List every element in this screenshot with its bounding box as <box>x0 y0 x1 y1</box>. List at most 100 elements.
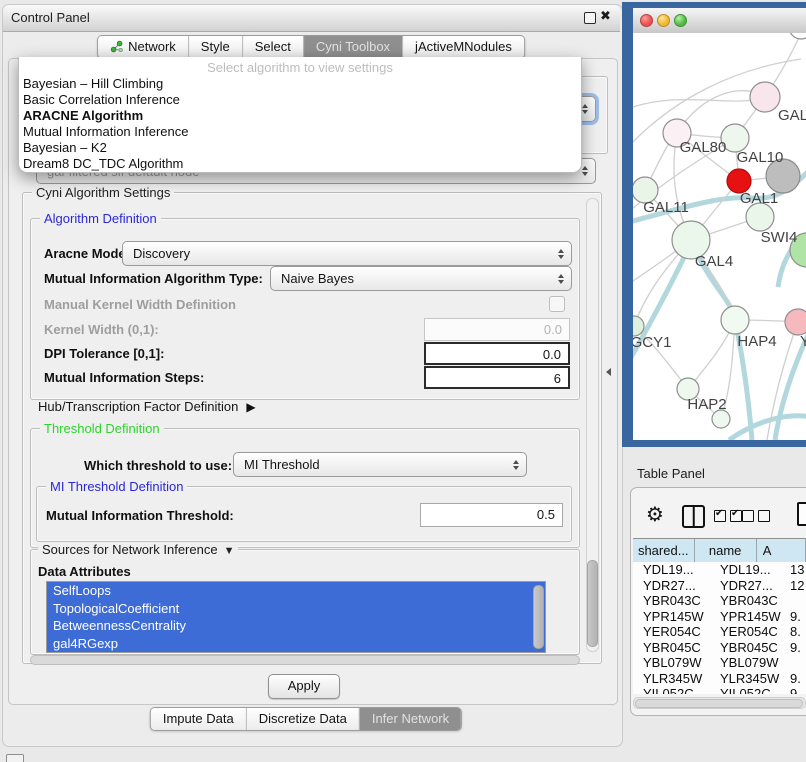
network-node-label: GAL10 <box>737 149 784 166</box>
page-icon[interactable] <box>797 502 806 526</box>
table-row[interactable]: YER054CYER054C8. <box>633 624 806 640</box>
table-row[interactable]: YBL079WYBL079W <box>633 655 806 671</box>
attributes-scrollbar-thumb[interactable] <box>533 585 544 649</box>
table-row[interactable]: YDL19...YDL19...13 <box>633 562 806 578</box>
network-node-white-node-top[interactable] <box>789 33 806 39</box>
settings-scrollbar-thumb[interactable] <box>587 560 598 647</box>
network-node-SWI4[interactable] <box>746 203 774 231</box>
collapse-down-icon[interactable]: ▼ <box>224 545 235 557</box>
sources-title-row[interactable]: Sources for Network Inference ▼ <box>38 542 238 557</box>
which-threshold-combo[interactable]: MI Threshold <box>233 452 527 477</box>
tab-infer-network[interactable]: Infer Network <box>359 708 461 730</box>
minimize-traffic-light-icon[interactable] <box>657 14 670 27</box>
kernel-width-field[interactable]: 0.0 <box>424 318 570 341</box>
hub-transcription-factor-label: Hub/Transcription Factor Definition <box>38 399 238 414</box>
close-icon[interactable]: ✖ <box>600 8 611 24</box>
table-cell: YDR27... <box>710 578 788 594</box>
expand-right-icon[interactable]: ▶ <box>246 400 255 414</box>
table-cell: YDL19... <box>633 562 710 578</box>
network-window-titlebar[interactable] <box>633 8 806 34</box>
gear-icon[interactable]: ⚙ <box>646 502 664 526</box>
combo-stepper-icon <box>582 166 588 176</box>
zoom-traffic-light-icon[interactable] <box>674 14 687 27</box>
table-row[interactable]: YLR345WYLR345W9. <box>633 671 806 687</box>
dpi-tolerance-field[interactable]: 0.0 <box>424 342 570 365</box>
dropdown-item-mutual-information-inference[interactable]: Mutual Information Inference <box>23 124 577 140</box>
tab-jactivemnodules[interactable]: jActiveMNodules <box>402 36 524 58</box>
tab-jactivemnodules-label: jActiveMNodules <box>415 39 512 54</box>
column-view-icon[interactable] <box>682 505 705 528</box>
attribute-topologicalcoefficient[interactable]: TopologicalCoefficient <box>47 600 545 618</box>
mi-steps-label: Mutual Information Steps: <box>44 370 204 385</box>
table-row[interactable]: YBR043CYBR043C <box>633 593 806 609</box>
tab-style[interactable]: Style <box>188 36 242 58</box>
table-cell: YDL19... <box>710 562 788 578</box>
table-cell: YBR045C <box>633 640 710 656</box>
attribute-gal4rgexp[interactable]: gal4RGexp <box>47 635 545 653</box>
table-row[interactable]: YDR27...YDR27...12 <box>633 578 806 594</box>
dropdown-item-dream8-dc-tdc[interactable]: Dream8 DC_TDC Algorithm <box>23 156 577 172</box>
table-cell: YDR27... <box>633 578 710 594</box>
sources-title: Sources for Network Inference <box>42 542 218 557</box>
dpi-tolerance-label: DPI Tolerance [0,1]: <box>44 346 164 361</box>
dropdown-item-aracne-algorithm[interactable]: ARACNE Algorithm <box>23 108 577 124</box>
manual-kernel-width-checkbox[interactable] <box>549 296 565 312</box>
tab-discretize-data[interactable]: Discretize Data <box>246 708 359 730</box>
select-all-checkbox-icon[interactable] <box>714 510 742 522</box>
mi-steps-field[interactable]: 6 <box>424 366 570 389</box>
column-header-partial[interactable]: A <box>757 539 806 562</box>
table-cell: 13 <box>788 562 806 578</box>
dropdown-item-bayesian-hill-climbing[interactable]: Bayesian – Hill Climbing <box>23 76 577 92</box>
threshold-definition-title: Threshold Definition <box>40 421 164 436</box>
table-row[interactable]: YPR145WYPR145W9. <box>633 609 806 625</box>
table-row[interactable]: YIL052CYIL052C9 <box>633 686 806 694</box>
mi-algorithm-type-combo[interactable]: Naive Bayes <box>270 266 572 291</box>
data-attributes-list[interactable]: SelfLoops TopologicalCoefficient Between… <box>46 581 546 653</box>
network-node-label: GAL <box>778 107 806 124</box>
table-cell: 8. <box>788 624 806 640</box>
manual-kernel-width-label: Manual Kernel Width Definition <box>44 297 236 312</box>
attribute-betweennesscentrality[interactable]: BetweennessCentrality <box>47 617 545 635</box>
network-node-pink-node-right[interactable] <box>785 309 806 335</box>
minimized-panel-icon[interactable] <box>6 754 24 762</box>
close-traffic-light-icon[interactable] <box>640 14 653 27</box>
network-graph[interactable]: GALGAL80GAL10GAL1GAL11SWI4GAL4GCY1HAP4YH… <box>633 33 806 440</box>
mi-threshold-field[interactable]: 0.5 <box>420 503 563 527</box>
network-node-pink-node-top[interactable] <box>750 82 780 112</box>
tab-network-label: Network <box>128 39 176 54</box>
table-horizontal-scrollbar-thumb[interactable] <box>635 699 803 708</box>
combo-stepper-icon <box>558 274 564 284</box>
table-cell: YBR043C <box>710 593 788 609</box>
tab-impute-data[interactable]: Impute Data <box>151 708 246 730</box>
tab-select[interactable]: Select <box>242 36 303 58</box>
table-row[interactable]: YBR045CYBR045C9. <box>633 640 806 656</box>
network-canvas[interactable]: GALGAL80GAL10GAL1GAL11SWI4GAL4GCY1HAP4YH… <box>633 33 806 440</box>
hub-transcription-factor-section[interactable]: Hub/Transcription Factor Definition ▶ <box>38 399 256 414</box>
network-node-HAP4[interactable] <box>721 306 749 334</box>
network-node-label: GCY1 <box>633 334 671 351</box>
tab-cyni-toolbox[interactable]: Cyni Toolbox <box>303 36 402 58</box>
tab-network[interactable]: Network <box>98 36 188 58</box>
table-cell: 12 <box>788 578 806 594</box>
table-cell <box>788 655 806 671</box>
table-cell: YLR345W <box>633 671 710 687</box>
aracne-mode-combo[interactable]: Discovery <box>122 241 572 266</box>
tab-style-label: Style <box>201 39 230 54</box>
attribute-selfloops[interactable]: SelfLoops <box>47 582 545 600</box>
float-window-icon[interactable] <box>584 12 596 24</box>
deselect-all-checkbox-icon[interactable] <box>742 510 770 522</box>
table-body[interactable]: YDL19...YDL19...13YDR27...YDR27...12YBR0… <box>633 562 806 694</box>
panel-divider-collapse-icon[interactable] <box>606 368 611 376</box>
table-cell: YER054C <box>710 624 788 640</box>
mi-threshold-definition-title: MI Threshold Definition <box>46 479 187 494</box>
combo-stepper-icon <box>582 104 588 114</box>
table-cell: 9. <box>788 609 806 625</box>
column-header-shared-name[interactable]: shared... <box>633 539 695 562</box>
control-panel-titlebar[interactable] <box>3 5 620 32</box>
dropdown-item-basic-correlation-inference[interactable]: Basic Correlation Inference <box>23 92 577 108</box>
settings-horizontal-scrollbar[interactable] <box>30 655 580 665</box>
network-tab-icon <box>110 40 123 53</box>
column-header-name[interactable]: name <box>695 539 757 562</box>
apply-button[interactable]: Apply <box>268 674 340 699</box>
dropdown-item-bayesian-k2[interactable]: Bayesian – K2 <box>23 140 577 156</box>
